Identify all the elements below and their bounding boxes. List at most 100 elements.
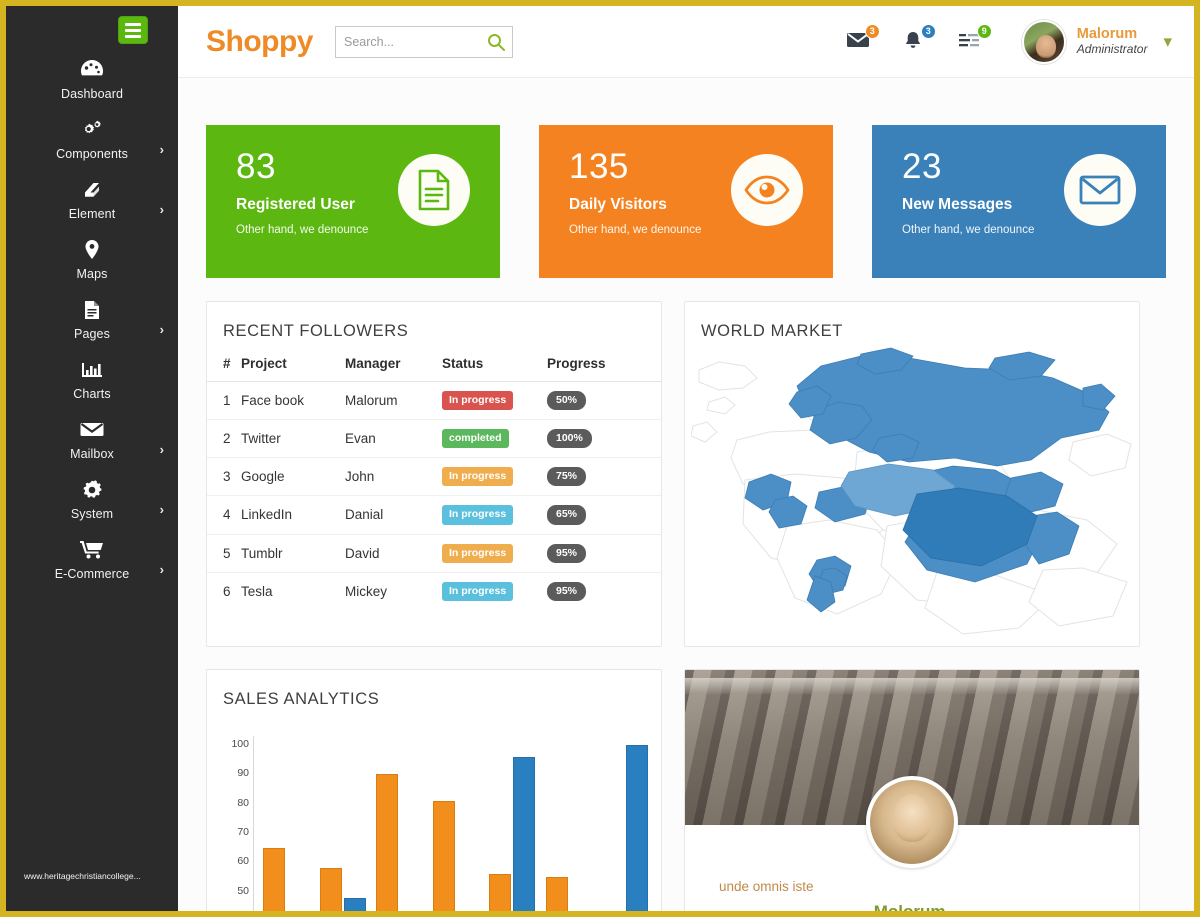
watermark-text: www.heritagechristiancollege... bbox=[24, 871, 141, 881]
row-status-cell: In progress bbox=[438, 457, 543, 497]
row-progress-cell: 95% bbox=[543, 534, 661, 573]
sidebar-item-label: System bbox=[70, 507, 114, 521]
sidebar-item-mailbox[interactable]: Mailbox › bbox=[6, 410, 178, 470]
file-icon bbox=[81, 299, 103, 323]
y-axis-line bbox=[253, 736, 254, 911]
status-badge: In progress bbox=[442, 505, 514, 525]
messages-icon[interactable]: 3 bbox=[846, 23, 880, 54]
row-number: 3 bbox=[207, 457, 237, 497]
table-row[interactable]: 3 Google John In progress 75% bbox=[207, 457, 661, 497]
chevron-right-icon: › bbox=[159, 502, 164, 517]
sidebar-item-components[interactable]: Components › bbox=[6, 110, 178, 170]
table-row[interactable]: 5 Tumblr David In progress 95% bbox=[207, 534, 661, 573]
envelope-icon bbox=[1064, 154, 1136, 226]
chart-bar[interactable] bbox=[626, 744, 649, 911]
row-progress-cell: 65% bbox=[543, 495, 661, 535]
sidebar-item-maps[interactable]: Maps bbox=[6, 230, 178, 290]
y-axis-tick-label: 50 bbox=[237, 884, 249, 897]
sidebar-item-label: Mailbox bbox=[70, 447, 114, 461]
chart-bar[interactable] bbox=[319, 868, 342, 911]
envelope-icon bbox=[79, 419, 105, 443]
stat-card-daily-visitors[interactable]: 135 Daily Visitors Other hand, we denoun… bbox=[539, 125, 833, 278]
world-map[interactable] bbox=[690, 330, 1135, 640]
progress-badge: 100% bbox=[547, 429, 592, 449]
top-header: Shoppy 3 bbox=[178, 6, 1194, 78]
stat-card-new-messages[interactable]: 23 New Messages Other hand, we denounce bbox=[872, 125, 1166, 278]
search-input[interactable] bbox=[336, 27, 476, 56]
sales-bar-chart[interactable]: 405060708090100 bbox=[223, 736, 653, 911]
tasks-icon[interactable]: 9 bbox=[958, 23, 992, 54]
row-number: 6 bbox=[223, 583, 231, 599]
chart-bar[interactable] bbox=[545, 877, 568, 911]
sidebar-item-label: Pages bbox=[74, 327, 110, 341]
row-project: Face book bbox=[237, 381, 341, 421]
sidebar-item-label: Dashboard bbox=[60, 87, 124, 101]
chevron-right-icon: › bbox=[159, 322, 164, 337]
notifications-badge: 3 bbox=[920, 23, 936, 39]
sidebar-item-system[interactable]: System › bbox=[6, 470, 178, 530]
brand-logo[interactable]: Shoppy bbox=[206, 25, 314, 59]
sidebar-item-pages[interactable]: Pages › bbox=[6, 290, 178, 350]
user-menu[interactable]: Malorum Administrator ▾ bbox=[1021, 19, 1172, 64]
chart-bar[interactable] bbox=[376, 774, 399, 911]
chart-bar[interactable] bbox=[432, 800, 455, 911]
sidebar-item-element[interactable]: Element › bbox=[6, 170, 178, 230]
search-box[interactable] bbox=[335, 25, 513, 58]
row-manager: Danial bbox=[341, 495, 438, 535]
status-badge: In progress bbox=[442, 391, 514, 411]
chevron-down-icon[interactable]: ▾ bbox=[1163, 32, 1172, 52]
dashboard-icon bbox=[80, 59, 104, 83]
chart-bar[interactable] bbox=[513, 756, 536, 911]
stat-subtitle: Other hand, we denounce bbox=[569, 224, 702, 236]
table-row[interactable]: 6 Tesla Mickey In progress 95% bbox=[207, 572, 661, 610]
stat-subtitle: Other hand, we denounce bbox=[236, 224, 369, 236]
chart-bar[interactable] bbox=[343, 897, 366, 911]
avatar bbox=[1021, 19, 1066, 64]
menu-toggle-button[interactable] bbox=[118, 16, 148, 44]
progress-badge: 95% bbox=[547, 543, 587, 563]
row-number: 5 bbox=[207, 534, 237, 573]
sidebar-item-charts[interactable]: Charts bbox=[6, 350, 178, 410]
progress-badge: 95% bbox=[547, 581, 587, 601]
row-progress-cell: 75% bbox=[543, 457, 661, 497]
main-content: 83 Registered User Other hand, we denoun… bbox=[178, 78, 1194, 911]
row-manager: Evan bbox=[341, 419, 438, 459]
status-badge: completed bbox=[442, 429, 509, 449]
row-progress-cell: 100% bbox=[543, 419, 661, 459]
stat-card-registered-user[interactable]: 83 Registered User Other hand, we denoun… bbox=[206, 125, 500, 278]
gears-icon bbox=[79, 119, 105, 143]
chart-bar[interactable] bbox=[263, 847, 285, 911]
table-row[interactable]: 4 LinkedIn Danial In progress 65% bbox=[207, 495, 661, 535]
progress-badge: 50% bbox=[547, 391, 587, 411]
cart-icon bbox=[79, 539, 105, 563]
recent-followers-panel: RECENT FOLLOWERS # Project Manager Statu… bbox=[206, 301, 662, 647]
column-header: Progress bbox=[543, 353, 661, 382]
hamburger-bar bbox=[125, 34, 141, 38]
row-project: LinkedIn bbox=[237, 495, 341, 535]
sidebar-item-dashboard[interactable]: Dashboard bbox=[6, 50, 178, 110]
search-icon[interactable] bbox=[486, 32, 506, 52]
table-row[interactable]: 2 Twitter Evan completed 100% bbox=[207, 419, 661, 459]
notifications-icon[interactable]: 3 bbox=[902, 23, 936, 54]
stat-card-row: 83 Registered User Other hand, we denoun… bbox=[206, 125, 1166, 278]
progress-badge: 65% bbox=[547, 505, 587, 525]
row-manager: David bbox=[341, 534, 438, 573]
y-axis-tick-label: 70 bbox=[237, 826, 249, 839]
app-window: Dashboard Components › Element › Maps Pa… bbox=[0, 0, 1200, 917]
table-row[interactable]: 1 Face book Malorum In progress 50% bbox=[207, 381, 661, 421]
row-status-cell: completed bbox=[438, 419, 543, 459]
row-status-cell: In progress bbox=[438, 572, 543, 610]
row-project: Tumblr bbox=[237, 534, 341, 573]
profile-avatar bbox=[866, 776, 958, 868]
chart-bar[interactable] bbox=[489, 874, 512, 911]
profile-card-panel: unde omnis iste Molorum. bbox=[684, 669, 1140, 911]
chevron-right-icon: › bbox=[159, 442, 164, 457]
row-progress-cell: 95% bbox=[543, 572, 661, 610]
column-header: Status bbox=[438, 353, 543, 382]
sidebar-item-ecommerce[interactable]: E-Commerce › bbox=[6, 530, 178, 590]
y-axis-tick-label: 60 bbox=[237, 855, 249, 868]
gear-icon bbox=[81, 479, 103, 503]
stat-subtitle: Other hand, we denounce bbox=[902, 224, 1035, 236]
sidebar-item-label: Charts bbox=[73, 387, 111, 401]
row-progress-cell: 50% bbox=[543, 381, 661, 421]
